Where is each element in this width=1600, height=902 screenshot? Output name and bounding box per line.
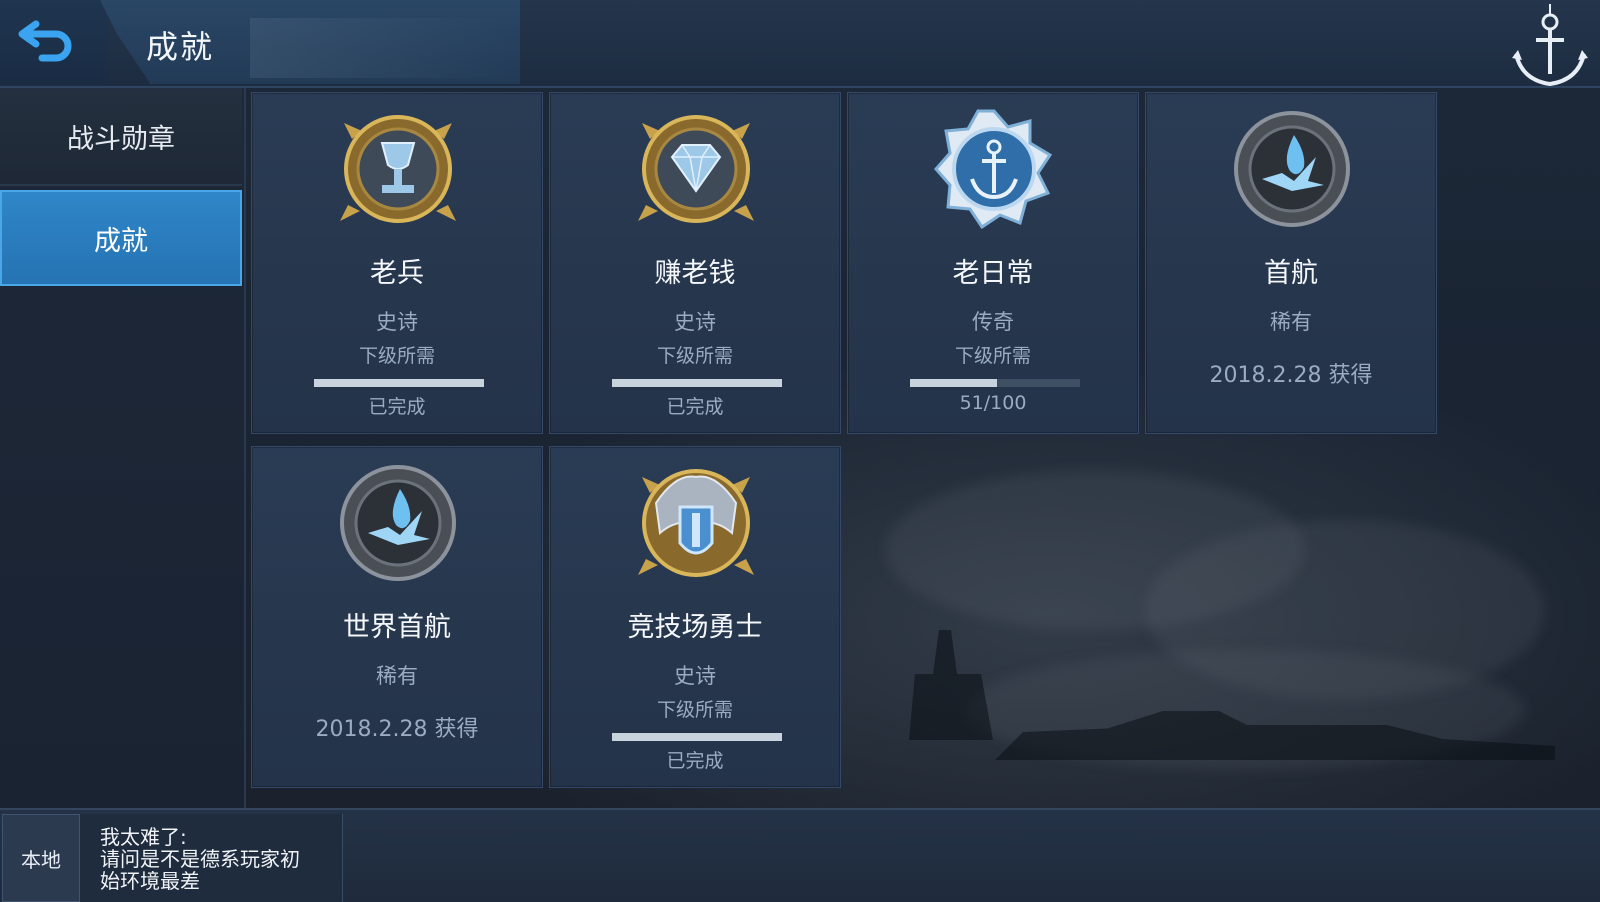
achievement-requirement: 下级所需	[656, 699, 733, 721]
splash-medal-icon	[1234, 111, 1350, 227]
chat-channel-tab[interactable]: 本地	[2, 814, 80, 902]
achievement-card-world-maiden-voyage[interactable]: 世界首航 稀有 2018.2.28 获得	[251, 446, 543, 788]
progress-fill	[612, 379, 782, 387]
achievement-status: 51/100	[959, 392, 1027, 414]
splash-medal-icon	[340, 465, 456, 581]
progress-fill	[612, 733, 782, 741]
diamond-medal-icon	[638, 115, 754, 223]
sidebar-item-label: 战斗勋章	[67, 123, 175, 155]
achievement-date: 2018.2.28 获得	[315, 717, 479, 742]
chat-channel-label: 本地	[21, 847, 61, 872]
achievement-rarity: 史诗	[674, 664, 716, 688]
achievement-date: 2018.2.28 获得	[1209, 363, 1373, 388]
achievement-card-maiden-voyage[interactable]: 首航 稀有 2018.2.28 获得	[1145, 92, 1437, 434]
achievement-card-arena-warrior[interactable]: 竞技场勇士 史诗 下级所需 已完成	[549, 446, 841, 788]
achievement-rarity: 稀有	[1270, 310, 1312, 334]
trophy-medal-icon	[340, 115, 456, 223]
achievement-requirement: 下级所需	[954, 345, 1031, 367]
achievement-card-daily[interactable]: 老日常 传奇 下级所需 51/100	[847, 92, 1139, 434]
sidebar-item-label: 成就	[94, 225, 148, 257]
chat-message-line: 请问是不是德系玩家初	[100, 847, 300, 871]
achievement-rarity: 传奇	[972, 310, 1014, 334]
chat-bar: 本地 我太难了: 请问是不是德系玩家初 始环境最差	[0, 808, 1600, 902]
progress-fill	[314, 379, 484, 387]
achievement-name: 世界首航	[343, 612, 451, 643]
achievement-card-earn-money[interactable]: 赚老钱 史诗 下级所需 已完成	[549, 92, 841, 434]
progress-bar	[910, 379, 1080, 387]
achievement-requirement: 下级所需	[358, 345, 435, 367]
progress-bar	[612, 733, 782, 741]
top-bar: 成就	[0, 0, 1600, 88]
achievement-name: 老兵	[370, 258, 424, 289]
achievement-requirement: 下级所需	[656, 345, 733, 367]
achievement-status: 已完成	[368, 396, 426, 418]
sidebar-item-achievements[interactable]: 成就	[0, 190, 242, 286]
progress-bar	[314, 379, 484, 387]
achievement-rarity: 史诗	[674, 310, 716, 334]
sidebar: 战斗勋章 成就	[0, 88, 246, 808]
chat-message-line: 我太难了:	[100, 825, 187, 849]
sidebar-item-battle-medals[interactable]: 战斗勋章	[0, 88, 242, 186]
anchor-medal-icon	[934, 109, 1053, 229]
achievement-name: 老日常	[952, 258, 1034, 289]
achievement-name: 竞技场勇士	[627, 612, 763, 643]
back-arrow-icon	[18, 20, 72, 62]
chat-message-line: 始环境最差	[100, 869, 200, 893]
chat-message[interactable]: 我太难了: 请问是不是德系玩家初 始环境最差	[80, 814, 343, 902]
progress-fill	[910, 379, 997, 387]
eagle-shield-medal-icon	[638, 469, 754, 577]
achievement-name: 首航	[1264, 258, 1318, 289]
progress-bar	[612, 379, 782, 387]
achievement-status: 已完成	[666, 750, 724, 772]
achievement-card-veteran[interactable]: 老兵 史诗 下级所需 已完成	[251, 92, 543, 434]
anchor-icon[interactable]	[1510, 2, 1590, 88]
achievement-status: 已完成	[666, 396, 724, 418]
page-title: 成就	[146, 28, 215, 66]
achievement-name: 赚老钱	[654, 258, 736, 289]
achievement-rarity: 稀有	[376, 664, 418, 688]
back-button[interactable]	[18, 14, 78, 64]
achievement-rarity: 史诗	[376, 310, 418, 334]
